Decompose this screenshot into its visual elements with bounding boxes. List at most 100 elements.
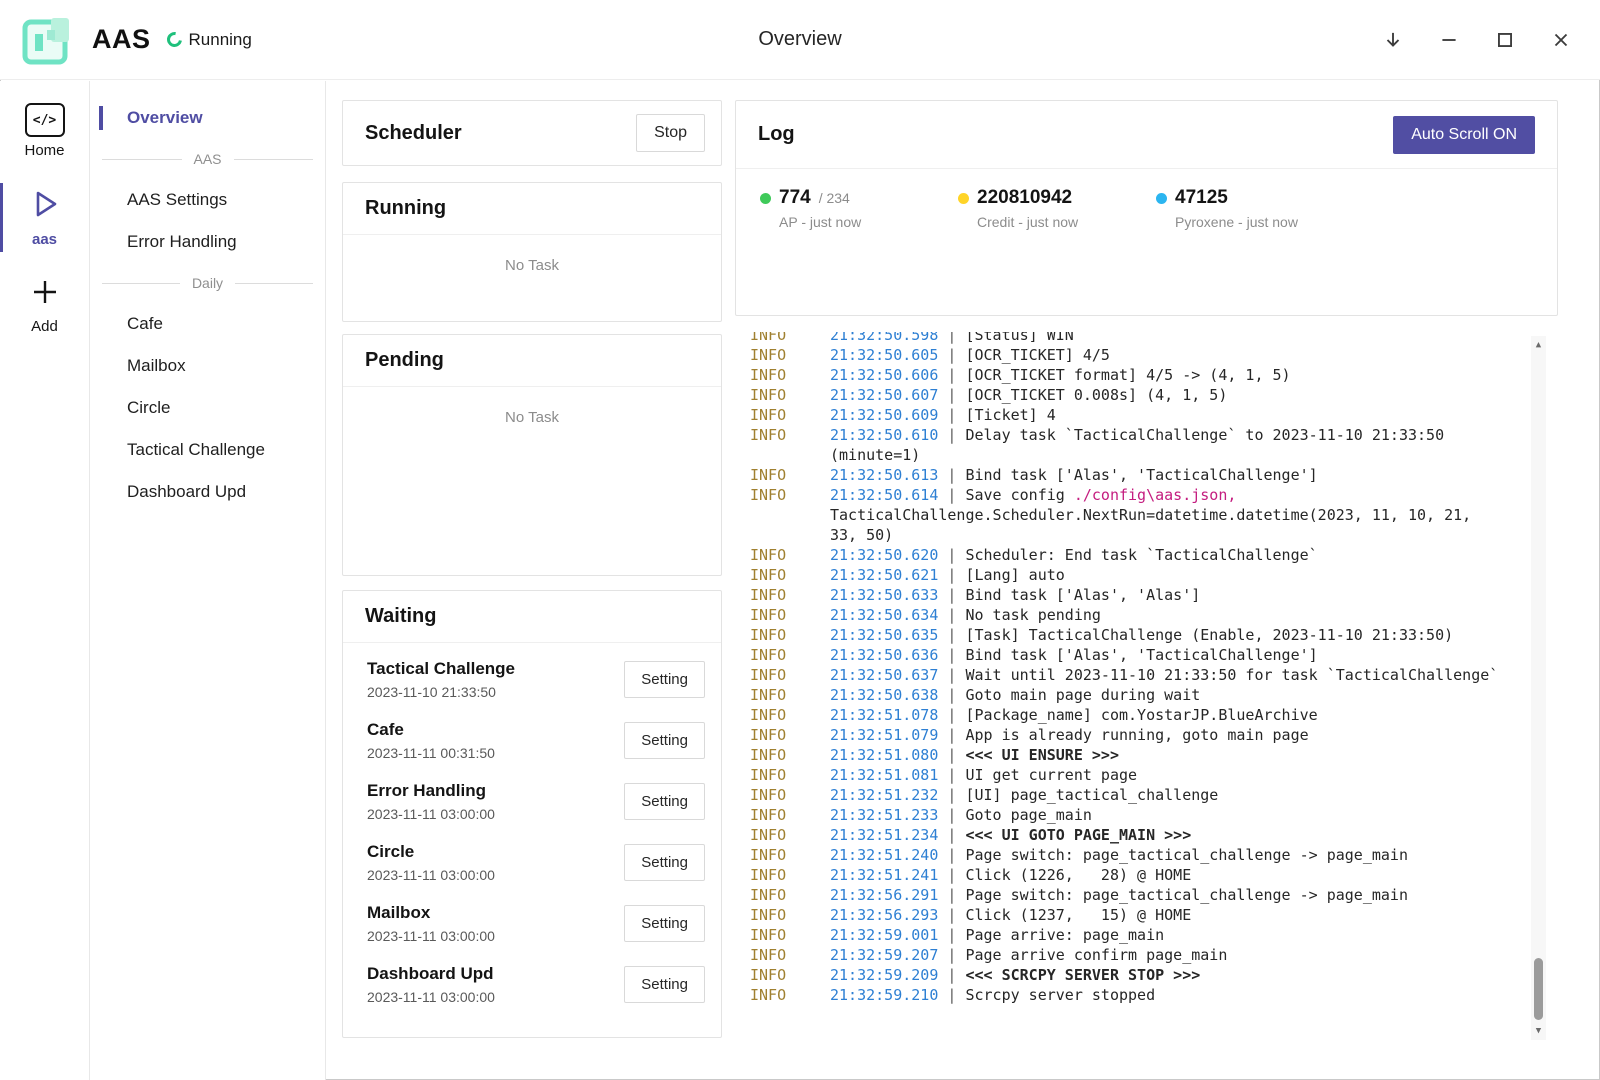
window-controls [1378,25,1582,55]
log-message: UI get current page [965,766,1137,784]
log-timestamp: 21:32:50.621 [830,566,938,584]
log-timestamp: 21:32:51.233 [830,806,938,824]
dashboard-stat: 774/ 234AP - just now [760,187,930,230]
log-terminal[interactable]: INFO21:32:50.598 | [Status] WININFO21:32… [735,332,1558,1044]
maximize-icon[interactable] [1490,25,1520,55]
scrollbar-thumb[interactable] [1534,958,1543,1020]
log-timestamp: 21:32:50.606 [830,366,938,384]
nav-item-aas-settings[interactable]: AAS Settings [90,179,325,221]
running-empty-label: No Task [343,257,721,274]
log-lines: INFO21:32:50.598 | [Status] WININFO21:32… [735,332,1558,1005]
rail-item-home[interactable]: </> Home [0,95,89,167]
log-message: Wait until 2023-11-10 21:33:50 for task … [965,666,1498,684]
task-next-run: 2023-11-10 21:33:50 [367,684,515,700]
rail-item-aas[interactable]: aas [0,179,89,256]
stat-caption: Pyroxene - just now [1175,214,1326,230]
log-message: No task pending [965,606,1100,624]
scheduler-column: Scheduler Stop Running No Task Pending N… [342,100,722,1038]
task-setting-button[interactable]: Setting [624,844,705,881]
log-line: INFO21:32:51.081 | UI get current page [750,765,1558,785]
log-message: Scheduler: End task `TacticalChallenge` [965,546,1317,564]
close-icon[interactable] [1546,25,1576,55]
log-timestamp: 21:32:56.293 [830,906,938,924]
log-level: INFO [750,385,830,405]
task-setting-button[interactable]: Setting [624,783,705,820]
log-level: INFO [750,625,830,645]
update-download-icon[interactable] [1378,25,1408,55]
log-level: INFO [750,965,830,985]
log-timestamp: 21:32:51.234 [830,826,938,844]
log-message: Page arrive: page_main [965,926,1164,944]
log-timestamp: 21:32:50.605 [830,346,938,364]
nav-item-tactical-challenge[interactable]: Tactical Challenge [90,429,325,471]
log-timestamp: 21:32:50.598 [830,332,938,344]
nav-item-error-handling[interactable]: Error Handling [90,221,325,263]
log-timestamp: 21:32:50.634 [830,606,938,624]
stat-caption: Credit - just now [977,214,1128,230]
task-setting-button[interactable]: Setting [624,905,705,942]
log-level: INFO [750,945,830,965]
log-message: App is already running, goto main page [965,726,1308,744]
log-header: Log Auto Scroll ON [736,101,1557,169]
rail-label: aas [32,231,57,248]
log-level: INFO [750,345,830,365]
log-message: Goto page_main [965,806,1091,824]
nav-item-overview[interactable]: Overview [90,97,325,139]
log-level: INFO [750,485,830,505]
log-line: INFO21:32:50.610 | Delay task `TacticalC… [750,425,1558,465]
log-scrollbar[interactable]: ▲ ▼ [1531,336,1546,1040]
stat-caption: AP - just now [779,214,930,230]
log-timestamp: 21:32:50.620 [830,546,938,564]
waiting-task-row: Mailbox2023-11-11 03:00:00Setting [367,893,705,954]
log-line: INFO21:32:51.232 | [UI] page_tactical_ch… [750,785,1558,805]
log-line: INFO21:32:51.240 | Page switch: page_tac… [750,845,1558,865]
nav-item-circle[interactable]: Circle [90,387,325,429]
log-level: INFO [750,765,830,785]
task-name: Dashboard Upd [367,964,495,984]
log-message: Page switch: page_tactical_challenge -> … [965,886,1408,904]
plus-icon [29,276,61,313]
log-level: INFO [750,645,830,665]
log-message: [OCR_TICKET] 4/5 [965,346,1110,364]
log-level: INFO [750,745,830,765]
task-setting-button[interactable]: Setting [624,661,705,698]
log-message: [Status] WIN [965,332,1073,344]
log-message: [Lang] auto [965,566,1064,584]
scrollbar-down-arrow[interactable]: ▼ [1531,1024,1546,1038]
log-line: INFO21:32:51.234 | <<< UI GOTO PAGE_MAIN… [750,825,1558,845]
log-line: INFO21:32:50.620 | Scheduler: End task `… [750,545,1558,565]
log-message: Click (1237, 15) @ HOME [965,906,1191,924]
log-message: [UI] page_tactical_challenge [965,786,1218,804]
nav-item-dashboard-upd[interactable]: Dashboard Upd [90,471,325,513]
task-setting-button[interactable]: Setting [624,966,705,1003]
play-icon [28,187,62,226]
running-status: Running [167,30,252,50]
log-timestamp: 21:32:50.637 [830,666,938,684]
log-message: <<< SCRCPY SERVER STOP >>> [965,966,1200,984]
log-line: INFO21:32:56.291 | Page switch: page_tac… [750,885,1558,905]
log-line: INFO21:32:59.207 | Page arrive confirm p… [750,945,1558,965]
scrollbar-up-arrow[interactable]: ▲ [1531,338,1546,352]
waiting-task-row: Cafe2023-11-11 00:31:50Setting [367,710,705,771]
log-timestamp: 21:32:50.638 [830,686,938,704]
log-line: INFO21:32:50.605 | [OCR_TICKET] 4/5 [750,345,1558,365]
pending-card: Pending No Task [342,334,722,576]
dashboard-stat: 220810942Credit - just now [958,187,1128,230]
task-name: Mailbox [367,903,495,923]
log-level: INFO [750,332,830,345]
task-setting-button[interactable]: Setting [624,722,705,759]
log-timestamp: 21:32:50.636 [830,646,938,664]
nav-item-mailbox[interactable]: Mailbox [90,345,325,387]
rail-item-add[interactable]: Add [0,268,89,343]
log-stats: 774/ 234AP - just now 220810942Credit - j… [736,169,1557,230]
log-line: INFO21:32:50.633 | Bind task ['Alas', 'A… [750,585,1558,605]
stop-button[interactable]: Stop [636,114,705,152]
nav-divider: AAS [90,139,325,179]
nav-item-cafe[interactable]: Cafe [90,303,325,345]
log-message: Click (1226, 28) @ HOME [965,866,1191,884]
auto-scroll-button[interactable]: Auto Scroll ON [1393,116,1535,154]
status-dot [1156,193,1167,204]
log-timestamp: 21:32:59.001 [830,926,938,944]
log-message: ./config\aas.json, [1074,486,1237,504]
minimize-icon[interactable] [1434,25,1464,55]
